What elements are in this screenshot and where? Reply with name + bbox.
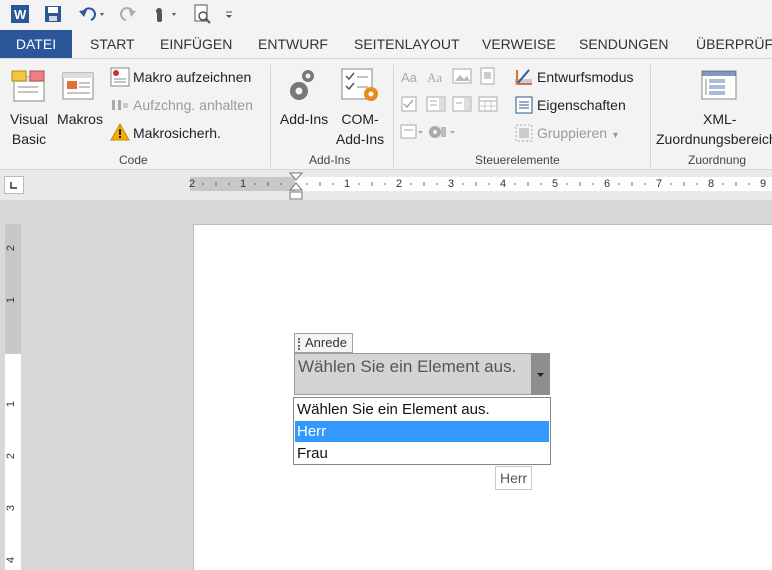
building-block-control-icon[interactable] [478,67,498,88]
visual-basic-label-2: Basic [11,131,47,147]
com-add-ins-icon [340,67,382,108]
add-ins-button[interactable]: Add-Ins [274,109,334,129]
group-label-steuerelemente: Steuerelemente [475,153,560,167]
record-macro-icon [110,67,130,90]
entwurfsmodus-button[interactable]: Entwurfsmodus [537,67,633,87]
properties-icon [514,95,534,118]
tooltip: Herr [495,466,533,490]
gruppieren-button[interactable]: Gruppieren ▼ [537,123,620,145]
group-separator [393,65,394,167]
xml-mapping-icon [700,69,738,104]
group-label-zuordnung: Zuordnung [688,153,747,167]
dropdown-option-selected[interactable]: Herr [295,421,549,442]
dropdown-list: Wählen Sie ein Element aus. Herr Frau [293,397,551,465]
picture-control-icon[interactable] [452,67,472,88]
dropdown-placeholder[interactable]: Wählen Sie ein Element aus. [298,356,516,378]
vertical-ruler-tick: 2 [5,244,18,252]
tab-selector[interactable] [4,176,24,194]
word-icon[interactable]: W [8,3,32,25]
svg-text:Aa: Aa [427,70,442,85]
dropdown-arrow-button[interactable] [531,353,550,395]
makro-aufzeichnen-button[interactable]: Makro aufzeichnen [133,67,251,87]
redo-icon[interactable] [118,3,140,25]
makrosicherheit-button[interactable]: Makrosicherh. [133,123,221,143]
visual-basic-label-1: Visual [10,111,48,127]
com-add-ins-label-1: COM- [341,111,379,127]
makros-button[interactable]: Makros [54,109,106,129]
rich-text-control-icon[interactable]: Aa [400,69,420,88]
group-separator [270,65,271,167]
chevron-down-icon: ▼ [610,130,620,140]
xml-mapping-label-2: Zuordnungsbereich [656,131,772,147]
vertical-ruler-tick: 2 [5,452,18,460]
save-icon[interactable] [42,3,64,25]
visual-basic-icon [10,69,48,106]
plain-text-control-icon[interactable]: Aa [426,69,446,88]
tab-entwurf[interactable]: ENTWURF [258,30,328,58]
vertical-ruler-tick: 3 [5,504,18,512]
tab-seitenlayout[interactable]: SEITENLAYOUT [354,30,460,58]
svg-text:W: W [14,7,27,22]
tab-sendungen[interactable]: SENDUNGEN [579,30,668,58]
svg-text:Aa: Aa [401,70,418,85]
aufzeichnung-anhalten-button[interactable]: Aufzchng. anhalten [133,95,253,115]
group-label-code: Code [119,153,148,167]
dropdown-option[interactable]: Wählen Sie ein Element aus. [295,399,549,420]
tab-einfuegen[interactable]: EINFÜGEN [160,30,232,58]
group-separator [650,65,651,167]
customize-icon[interactable] [222,3,236,25]
vertical-ruler-tick: 1 [5,400,18,408]
gruppieren-label: Gruppieren [537,125,608,141]
warning-icon [110,122,130,144]
tab-datei[interactable]: DATEI [0,30,72,58]
dropdown-control-icon[interactable] [452,95,472,116]
quick-access-toolbar: W [0,0,772,30]
com-add-ins-button[interactable]: COM- Add-Ins [328,109,392,149]
design-mode-icon [514,67,534,90]
undo-icon[interactable] [76,3,108,25]
vertical-ruler-tick: 4 [5,556,18,564]
ruler-minor-ticks [202,182,750,186]
macros-icon [61,71,97,106]
drag-handle-icon[interactable] [298,337,303,350]
legacy-tools-icon[interactable] [400,123,424,144]
visual-basic-button[interactable]: Visual Basic [4,109,54,149]
content-control-title-tab[interactable]: Anrede [294,333,353,353]
date-picker-control-icon[interactable] [478,95,498,116]
xml-mapping-label-1: XML- [703,111,737,127]
tab-start[interactable]: START [90,30,135,58]
group-label-add-ins: Add-Ins [309,153,351,167]
eigenschaften-button[interactable]: Eigenschaften [537,95,626,115]
repeating-section-icon[interactable] [426,123,458,144]
ribbon-tabs: DATEI START EINFÜGEN ENTWURF SEITENLAYOU… [0,30,772,58]
tab-ueberpruefen[interactable]: ÜBERPRÜFE [696,30,772,58]
com-add-ins-label-2: Add-Ins [335,131,385,147]
dropdown-option[interactable]: Frau [295,443,549,464]
chevron-down-icon [537,373,544,377]
vertical-ruler-top-margin [5,224,21,354]
print-preview-icon[interactable] [190,3,214,25]
add-ins-gear-icon [286,67,322,108]
tab-verweise[interactable]: VERWEISE [482,30,556,58]
content-control-title: Anrede [305,335,347,350]
group-icon [514,123,534,146]
checkbox-control-icon[interactable] [400,95,420,116]
vertical-ruler-tick: 1 [5,296,18,304]
ribbon: Visual Basic Makros Makro aufzeichnen Au… [0,58,772,170]
pause-recording-icon [110,97,130,116]
xml-mapping-button[interactable]: XML- Zuordnungsbereich [656,109,772,149]
combo-box-control-icon[interactable] [426,95,446,116]
touch-mode-icon[interactable] [148,3,180,25]
